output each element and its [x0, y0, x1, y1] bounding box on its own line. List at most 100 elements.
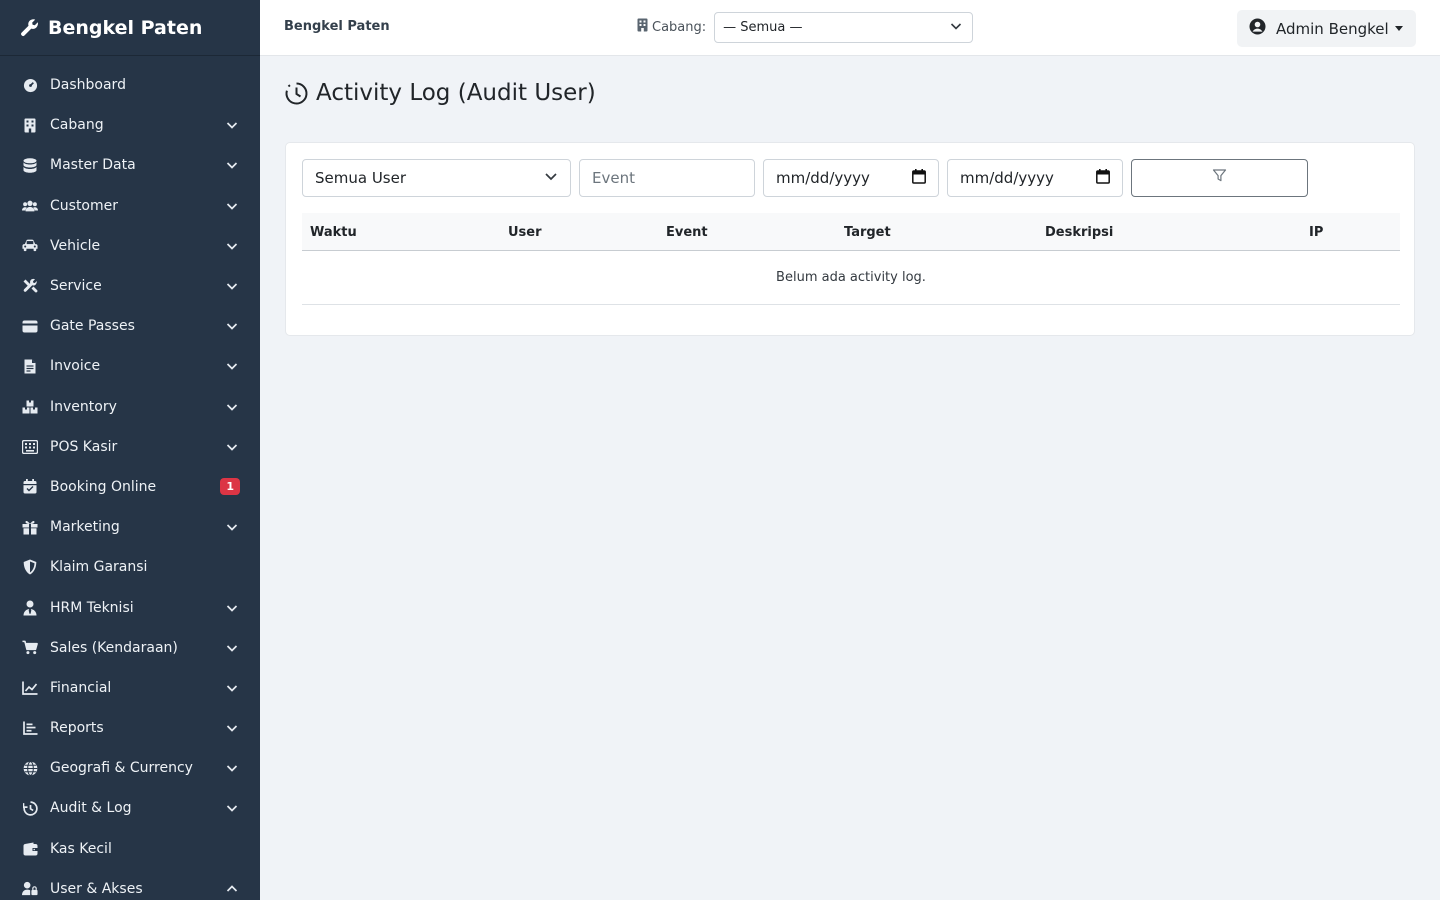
user-tie-icon [22, 600, 38, 616]
cart-icon [22, 640, 38, 656]
sidebar-item-label: Audit & Log [50, 800, 132, 817]
sidebar-item-label: Inventory [50, 398, 117, 415]
branch-selector: Cabang: — Semua — [637, 12, 974, 43]
users-icon [22, 198, 38, 214]
chevron-down-icon [226, 602, 238, 614]
sidebar-item-reports[interactable]: Reports [0, 708, 260, 748]
sidebar-item-gate-passes[interactable]: Gate Passes [0, 306, 260, 346]
calendar-icon [1096, 168, 1110, 188]
user-circle-icon [1249, 18, 1266, 39]
chevron-down-icon [226, 200, 238, 212]
sidebar-item-label: Dashboard [50, 77, 126, 94]
sidebar-item-booking-online[interactable]: Booking Online 1 [0, 467, 260, 507]
history-icon [22, 800, 38, 816]
sidebar-item-label: User & Akses [50, 880, 143, 897]
sidebar-item-label: Kas Kecil [50, 840, 112, 857]
top-navbar: Bengkel Paten Cabang: — Semua — Admin Be… [260, 0, 1440, 56]
date-to-input[interactable]: mm/dd/yyyy [947, 159, 1123, 197]
sidebar-item-label: Geografi & Currency [50, 760, 193, 777]
building-icon [637, 18, 648, 37]
sidebar-item-label: Gate Passes [50, 318, 135, 335]
boxes-icon [22, 399, 38, 415]
sidebar-item-label: Invoice [50, 358, 101, 375]
sidebar-item-cabang[interactable]: Cabang [0, 105, 260, 145]
calendar-icon [912, 168, 926, 188]
chevron-down-icon [226, 119, 238, 131]
chevron-down-icon [226, 762, 238, 774]
user-name: Admin Bengkel [1276, 19, 1389, 38]
dashboard-icon [22, 77, 38, 93]
branch-select[interactable]: — Semua — [714, 12, 974, 43]
shield-icon [22, 559, 38, 575]
apply-filter-button[interactable] [1131, 159, 1308, 197]
column-header-deskripsi: Deskripsi [1045, 225, 1114, 240]
chevron-down-icon [226, 441, 238, 453]
sidebar-item-sales-kendaraan[interactable]: Sales (Kendaraan) [0, 628, 260, 668]
branch-select-value: — Semua — [723, 20, 803, 35]
sidebar-brand[interactable]: Bengkel Paten [0, 0, 260, 56]
event-filter-input[interactable] [579, 159, 755, 197]
chevron-down-icon [226, 802, 238, 814]
database-icon [22, 157, 38, 173]
chevron-down-icon [226, 280, 238, 292]
sidebar-item-label: Service [50, 278, 102, 295]
chevron-down-icon [226, 240, 238, 252]
sidebar-item-label: Reports [50, 720, 104, 737]
sidebar-item-vehicle[interactable]: Vehicle [0, 226, 260, 266]
column-header-target: Target [844, 225, 891, 240]
sidebar-item-dashboard[interactable]: Dashboard [0, 65, 260, 105]
sidebar-item-invoice[interactable]: Invoice [0, 346, 260, 386]
clock-history-icon [284, 81, 309, 106]
chevron-down-icon [226, 320, 238, 332]
sidebar-item-klaim-garansi[interactable]: Klaim Garansi [0, 547, 260, 587]
top-brand[interactable]: Bengkel Paten [284, 19, 390, 34]
user-menu-button[interactable]: Admin Bengkel [1237, 10, 1416, 47]
sidebar-item-pos-kasir[interactable]: POS Kasir [0, 427, 260, 467]
sidebar-item-kas-kecil[interactable]: Kas Kecil [0, 829, 260, 869]
sidebar-item-hrm-teknisi[interactable]: HRM Teknisi [0, 587, 260, 627]
column-header-waktu: Waktu [310, 225, 357, 240]
sidebar-item-label: Customer [50, 197, 119, 214]
sidebar-item-master-data[interactable]: Master Data [0, 145, 260, 185]
chevron-up-icon [226, 883, 238, 895]
sidebar-item-service[interactable]: Service [0, 266, 260, 306]
column-header-ip: IP [1309, 225, 1324, 240]
sidebar-item-label: Financial [50, 679, 112, 696]
sidebar-item-user-akses[interactable]: User & Akses [0, 869, 260, 900]
activity-log-table: Waktu User Event Target Deskripsi IP Bel… [302, 213, 1400, 305]
sidebar-item-label: Cabang [50, 117, 104, 134]
table-header: Waktu User Event Target Deskripsi IP [302, 213, 1400, 251]
sidebar-item-marketing[interactable]: Marketing [0, 507, 260, 547]
chevron-down-icon [544, 169, 558, 187]
calendar-icon [22, 479, 38, 495]
chevron-down-icon [226, 159, 238, 171]
sidebar-nav: Dashboard Cabang Master Data Customer Vehicl… [0, 56, 260, 900]
sidebar-item-inventory[interactable]: Inventory [0, 387, 260, 427]
table-empty-row: Belum ada activity log. [302, 251, 1400, 305]
date-from-value: mm/dd/yyyy [776, 169, 870, 187]
date-to-value: mm/dd/yyyy [960, 169, 1054, 187]
sidebar: Bengkel Paten Dashboard Cabang Master Data… [0, 0, 260, 900]
column-header-event: Event [666, 225, 708, 240]
sidebar-item-audit-log[interactable]: Audit & Log [0, 788, 260, 828]
activity-log-card: Semua User mm/dd/yyyy mm/dd/yyyy Waktu [285, 142, 1415, 336]
chevron-down-icon [226, 521, 238, 533]
user-filter-select[interactable]: Semua User [302, 159, 571, 197]
user-filter-value: Semua User [315, 169, 407, 187]
sidebar-item-label: Master Data [50, 157, 136, 174]
sidebar-item-geografi-currency[interactable]: Geografi & Currency [0, 748, 260, 788]
brand-name: Bengkel Paten [48, 16, 203, 39]
date-from-input[interactable]: mm/dd/yyyy [763, 159, 939, 197]
empty-message: Belum ada activity log. [776, 270, 926, 285]
chevron-down-icon [226, 682, 238, 694]
user-lock-icon [22, 881, 38, 897]
wrench-icon [20, 18, 40, 38]
column-header-user: User [508, 225, 542, 240]
chevron-down-icon [226, 401, 238, 413]
invoice-icon [22, 358, 38, 374]
sidebar-item-financial[interactable]: Financial [0, 668, 260, 708]
sidebar-item-customer[interactable]: Customer [0, 186, 260, 226]
car-icon [22, 238, 38, 254]
filter-bar: Semua User mm/dd/yyyy mm/dd/yyyy [302, 159, 1308, 197]
sidebar-item-label: Klaim Garansi [50, 559, 148, 576]
